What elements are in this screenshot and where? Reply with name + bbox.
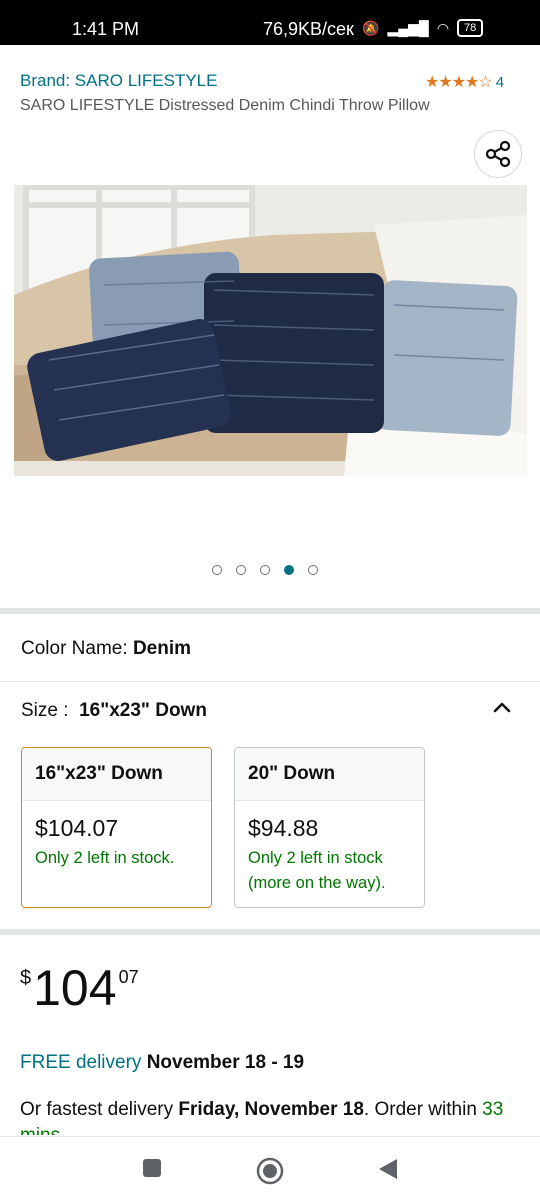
carousel-dot-2[interactable]: [236, 565, 246, 575]
color-name-row: Color Name: Denim: [21, 638, 191, 660]
size-option-stock: Only 2 left in stock.: [35, 849, 175, 867]
free-delivery-text: FREE delivery November 18 - 19: [20, 1052, 304, 1074]
size-option-name: 16"x23" Down: [22, 748, 211, 801]
size-row[interactable]: Size : 16"x23" Down: [21, 700, 207, 722]
color-value: Denim: [132, 638, 192, 659]
size-label: Size :: [21, 700, 69, 721]
system-nav-bar: [0, 1136, 540, 1201]
status-time: 1:41 PM: [72, 19, 140, 39]
size-option-stock: Only 2 left in stock (more on the way).: [248, 849, 386, 892]
size-value: 16"x23" Down: [79, 700, 207, 721]
image-carousel-dots: [212, 565, 318, 575]
rating[interactable]: ★★★★☆ 4: [425, 72, 504, 92]
wifi-icon: ◠: [436, 19, 450, 36]
network-speed: 76,9KB/сек: [263, 19, 354, 39]
signal-icon: ▂▄▆█: [387, 19, 429, 36]
recents-icon[interactable]: [141, 1157, 163, 1179]
price-currency: $: [20, 967, 32, 989]
share-icon: [485, 140, 511, 168]
back-icon[interactable]: [377, 1157, 399, 1181]
divider: [0, 681, 540, 682]
size-option-20-down[interactable]: 20" Down $94.88 Only 2 left in stock (mo…: [234, 747, 425, 908]
fastest-prefix: Or fastest delivery: [20, 1099, 174, 1120]
carousel-dot-4[interactable]: [284, 565, 294, 575]
share-button[interactable]: [474, 130, 522, 178]
carousel-dot-1[interactable]: [212, 565, 222, 575]
chevron-up-icon[interactable]: [490, 696, 514, 720]
price-display: $ 104 07: [20, 963, 139, 1013]
section-divider: [0, 608, 540, 614]
mute-icon: 🔕: [362, 19, 380, 36]
order-within-text: . Order within: [363, 1099, 477, 1120]
fastest-delivery-text: Or fastest delivery Friday, November 18.…: [20, 1097, 530, 1135]
color-label: Color Name:: [21, 638, 128, 659]
carousel-dot-3[interactable]: [260, 565, 270, 575]
home-icon[interactable]: [256, 1157, 284, 1185]
brand-link[interactable]: Brand: SARO LIFESTYLE: [20, 71, 217, 91]
price-fraction: 07: [118, 967, 139, 987]
section-divider: [0, 929, 540, 935]
free-delivery-link[interactable]: FREE delivery: [20, 1052, 141, 1073]
rating-stars-icon: ★★★★☆: [425, 74, 493, 91]
price-whole: 104: [33, 960, 117, 1016]
size-option-name: 20" Down: [235, 748, 424, 801]
product-image[interactable]: [14, 185, 527, 476]
fastest-date: Friday, November 18: [178, 1099, 364, 1120]
delivery-dates: November 18 - 19: [146, 1052, 305, 1073]
size-option-price: $94.88: [248, 815, 319, 841]
rating-count: 4: [495, 73, 505, 91]
carousel-dot-5[interactable]: [308, 565, 318, 575]
size-option-16x23-down[interactable]: 16"x23" Down $104.07 Only 2 left in stoc…: [21, 747, 212, 908]
product-title: SARO LIFESTYLE Distressed Denim Chindi T…: [20, 97, 430, 114]
size-option-price: $104.07: [35, 815, 119, 841]
battery-icon: 78: [457, 19, 484, 37]
status-bar: 1:41 PM 76,9KB/сек 🔕 ▂▄▆█ ◠ 78: [0, 0, 540, 45]
